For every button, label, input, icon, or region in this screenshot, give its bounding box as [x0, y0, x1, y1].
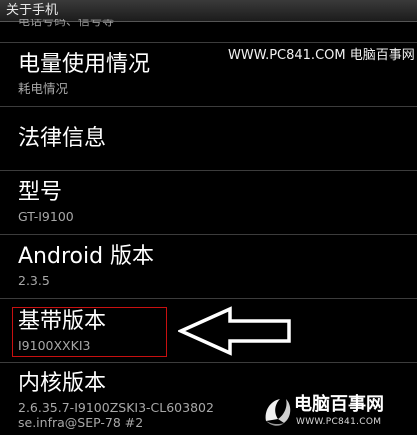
highlight-box: [12, 307, 167, 357]
setting-item-label: 型号: [18, 180, 63, 205]
setting-item-subtitle: 耗电情况: [18, 81, 69, 96]
setting-item-label: 内核版本: [18, 371, 107, 396]
setting-item-label: 电量使用情况: [18, 52, 151, 77]
logo-mark-icon: [265, 399, 291, 426]
watermark-text: WWW.PC841.COM 电脑百事网: [228, 48, 415, 63]
setting-item-subtitle: 2.3.5: [18, 273, 50, 288]
site-logo: 电脑百事网 WWW.PC841.COM: [262, 393, 417, 435]
screen-title: 关于手机: [6, 3, 59, 18]
setting-item-subtitle: GT-I9100: [18, 209, 74, 224]
arrow-left-icon: [178, 306, 291, 356]
logo-title: 电脑百事网: [294, 394, 384, 415]
setting-item-label: 法律信息: [18, 126, 107, 151]
setting-item-subtitle: 2.6.35.7-I9100ZSKI3-CL603802: [18, 400, 214, 415]
previous-item-subtitle: 电话号码、信号等: [18, 19, 115, 28]
setting-item-model[interactable]: 型号 GT-I9100: [0, 171, 417, 234]
setting-item-android-version[interactable]: Android 版本 2.3.5: [0, 235, 417, 298]
setting-item-label: Android 版本: [18, 244, 155, 269]
setting-item-subtitle-line2: se.infra@SEP-78 #2: [18, 415, 144, 430]
logo-url: WWW.PC841.COM: [296, 417, 382, 427]
setting-item-legal-info[interactable]: 法律信息: [0, 107, 417, 170]
